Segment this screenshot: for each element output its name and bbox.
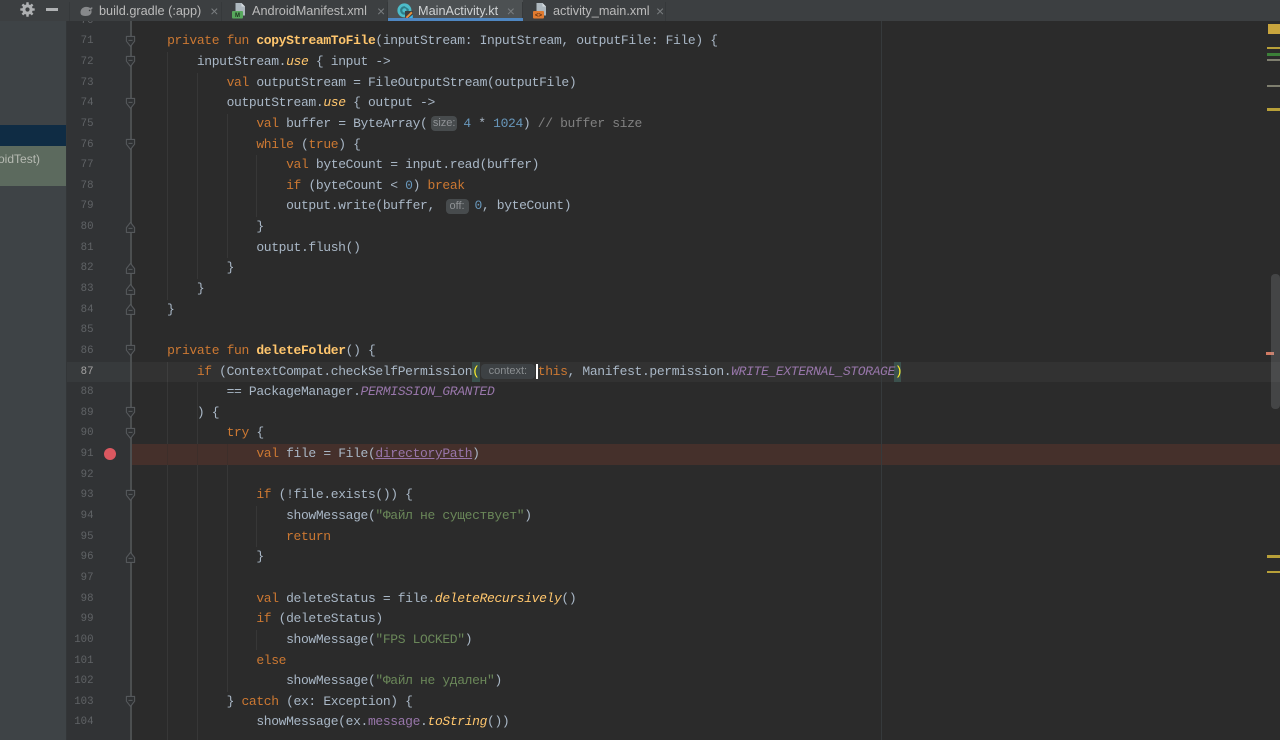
svg-text:M: M bbox=[235, 13, 240, 19]
svg-text:<>: <> bbox=[535, 13, 543, 19]
